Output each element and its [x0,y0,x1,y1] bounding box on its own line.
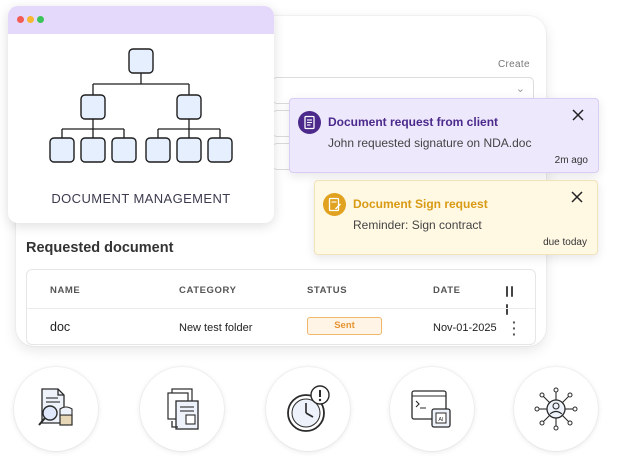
cell-date: Nov-01-2025 [433,322,497,334]
column-header-name[interactable]: NAME [50,285,80,296]
svg-text:AI: AI [438,417,444,423]
feature-time-alert[interactable] [266,367,350,451]
table-divider [27,308,535,309]
notification-title: Document Sign request [353,197,488,211]
cell-category: New test folder [179,322,253,334]
columns-settings-icon[interactable] [506,284,520,315]
more-actions-icon[interactable]: · · · [512,315,517,341]
document-search-icon [38,388,73,426]
feature-document-workflow[interactable] [140,367,224,451]
ai-processing-icon: AI [411,390,451,428]
clock-alert-icon [287,385,330,432]
sign-document-icon [323,193,346,216]
minimize-dot-icon[interactable] [27,16,34,23]
feature-document-search[interactable] [14,367,98,451]
notification-body: Reminder: Sign contract [353,218,482,232]
cell-name[interactable]: doc [50,320,70,334]
window-titlebar [8,6,274,34]
requested-document-table: NAME CATEGORY STATUS DATE doc New test f… [26,269,536,345]
status-badge: Sent [307,317,382,335]
notification-client-request[interactable]: Document request from client John reques… [289,98,599,173]
feature-automation[interactable] [514,367,598,451]
close-dot-icon[interactable] [17,16,24,23]
notification-body: John requested signature on NDA.doc [328,136,532,150]
chevron-down-icon[interactable]: ⌄ [516,82,525,95]
document-management-card: DOCUMENT MANAGEMENT [8,6,274,223]
document-management-title: DOCUMENT MANAGEMENT [51,191,231,206]
requested-document-title: Requested document [26,240,174,256]
create-label: Create [498,59,530,70]
notification-title: Document request from client [328,115,499,129]
notification-sign-request[interactable]: Document Sign request Reminder: Sign con… [314,180,598,255]
document-workflow-icon [167,388,199,430]
column-header-date[interactable]: DATE [433,285,461,296]
close-icon[interactable] [569,189,585,205]
notification-time: 2m ago [554,155,588,166]
automation-gear-icon [534,387,578,431]
feature-ai-processing[interactable]: AI [390,367,474,451]
column-header-status[interactable]: STATUS [307,285,347,296]
maximize-dot-icon[interactable] [37,16,44,23]
close-icon[interactable] [570,107,586,123]
document-icon [298,111,321,134]
column-header-category[interactable]: CATEGORY [179,285,237,296]
notification-time: due today [543,237,587,248]
org-chart-icon [49,48,233,163]
